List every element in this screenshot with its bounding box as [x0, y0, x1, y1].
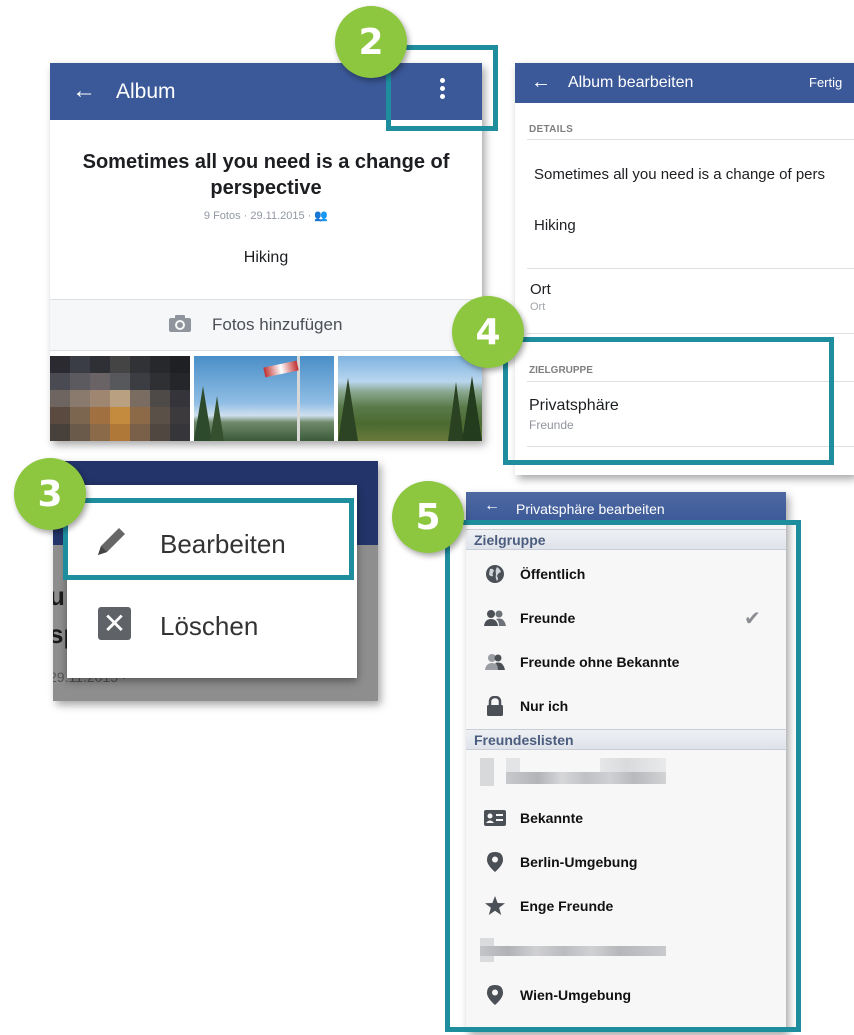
photo-thumbnail-landscape[interactable] — [338, 356, 482, 441]
album-description-field[interactable]: Hiking — [534, 217, 576, 234]
photo-thumbnail-flagpole[interactable] — [194, 356, 334, 441]
edit-top-bar: ← Album bearbeiten Fertig — [515, 63, 854, 103]
step-badge-2: 2 — [335, 6, 407, 78]
friends-audience-icon: 👥 — [314, 210, 329, 222]
dimmed-title-fragment-1: u — [53, 581, 65, 611]
step-badge-4: 4 — [452, 296, 524, 368]
highlight-privacy-options — [445, 520, 801, 1032]
menu-item-delete[interactable]: ✕ Löschen — [67, 595, 357, 653]
add-photos-button[interactable]: Fotos hinzufügen — [50, 299, 482, 351]
album-title-field[interactable]: Sometimes all you need is a change of pe… — [534, 166, 854, 183]
step-badge-3: 3 — [14, 458, 86, 530]
highlight-privacy — [503, 337, 834, 465]
location-placeholder: Ort — [530, 301, 546, 313]
photo-thumbnail-pixelated[interactable] — [50, 356, 190, 441]
add-photos-label: Fotos hinzufügen — [212, 315, 343, 334]
options-menu-screenshot: u sp 29.11.2015 · Bearbeiten ✕ Löschen — [53, 461, 378, 701]
album-meta: 9 Fotos · 29.11.2015 · 👥 — [50, 209, 482, 222]
location-field[interactable]: Ort Ort — [530, 281, 850, 321]
menu-item-delete-label: Löschen — [160, 611, 259, 641]
step-badge-5: 5 — [392, 481, 464, 553]
album-title: Sometimes all you need is a change of pe… — [82, 151, 450, 199]
back-arrow-icon[interactable]: ← — [531, 71, 551, 94]
close-box-icon: ✕ — [98, 607, 131, 640]
highlight-edit — [63, 498, 354, 580]
edit-bar-title: Album bearbeiten — [568, 74, 694, 91]
done-button[interactable]: Fertig — [809, 75, 842, 90]
privacy-bar-title: Privatsphäre bearbeiten — [516, 501, 665, 517]
album-bar-title: Album — [116, 80, 176, 103]
camera-icon — [168, 315, 192, 333]
back-arrow-icon[interactable]: ← — [484, 497, 500, 515]
details-header: DETAILS — [529, 124, 574, 135]
album-description: Hiking — [243, 249, 289, 266]
album-meta-text: 9 Fotos · 29.11.2015 · — [203, 210, 312, 222]
location-label: Ort — [530, 281, 551, 298]
back-arrow-icon[interactable]: ← — [72, 77, 96, 105]
